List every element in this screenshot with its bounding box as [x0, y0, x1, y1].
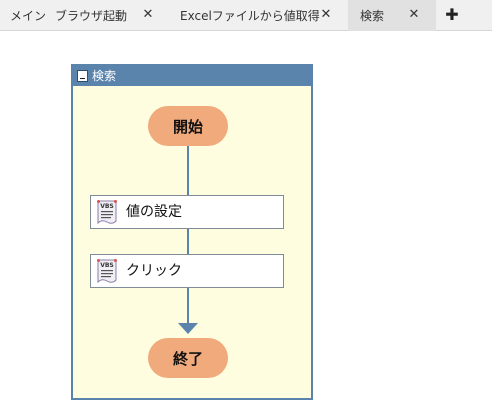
- end-node-label: 終了: [172, 349, 203, 368]
- vbs-script-icon: VBS: [97, 259, 117, 284]
- tab-bar: メイン ブラウザ起動 ✕ Excelファイルから値取得 ✕ 検索 ✕ ✚: [0, 0, 492, 31]
- close-icon[interactable]: ✕: [140, 7, 156, 23]
- tab-search[interactable]: 検索 ✕: [348, 0, 436, 31]
- flow-title: 検索: [92, 69, 117, 83]
- close-icon[interactable]: ✕: [318, 7, 334, 23]
- tab-main[interactable]: メイン: [0, 0, 47, 31]
- connector-line: [187, 229, 189, 255]
- start-node[interactable]: 開始: [148, 106, 228, 146]
- action-click[interactable]: VBS クリック: [90, 254, 284, 288]
- end-node[interactable]: 終了: [148, 338, 228, 378]
- add-tab-icon[interactable]: ✚: [444, 6, 460, 24]
- connector-line: [187, 288, 189, 324]
- start-node-label: 開始: [172, 117, 203, 136]
- minimize-icon[interactable]: [77, 70, 88, 82]
- close-icon[interactable]: ✕: [406, 7, 422, 23]
- tab-excel-get-value[interactable]: Excelファイルから値取得 ✕: [165, 0, 348, 31]
- flow-window: 検索 開始 VBS 値の設定 VBS クリック 終了: [71, 64, 313, 400]
- arrow-down-icon: [178, 323, 198, 334]
- vbs-icon-text: VBS: [100, 262, 114, 269]
- tab-browser-launch[interactable]: ブラウザ起動 ✕: [45, 0, 165, 31]
- tab-label: ブラウザ起動: [55, 9, 128, 23]
- flow-titlebar[interactable]: 検索: [73, 66, 311, 86]
- action-set-value[interactable]: VBS 値の設定: [90, 195, 284, 229]
- action-label: クリック: [126, 263, 182, 279]
- action-label: 値の設定: [126, 204, 182, 220]
- tab-label: メイン: [10, 9, 47, 23]
- tab-label: 検索: [360, 9, 385, 23]
- vbs-icon-text: VBS: [100, 203, 114, 210]
- tab-label: Excelファイルから値取得: [180, 9, 320, 23]
- vbs-script-icon: VBS: [97, 200, 117, 225]
- connector-line: [187, 146, 189, 196]
